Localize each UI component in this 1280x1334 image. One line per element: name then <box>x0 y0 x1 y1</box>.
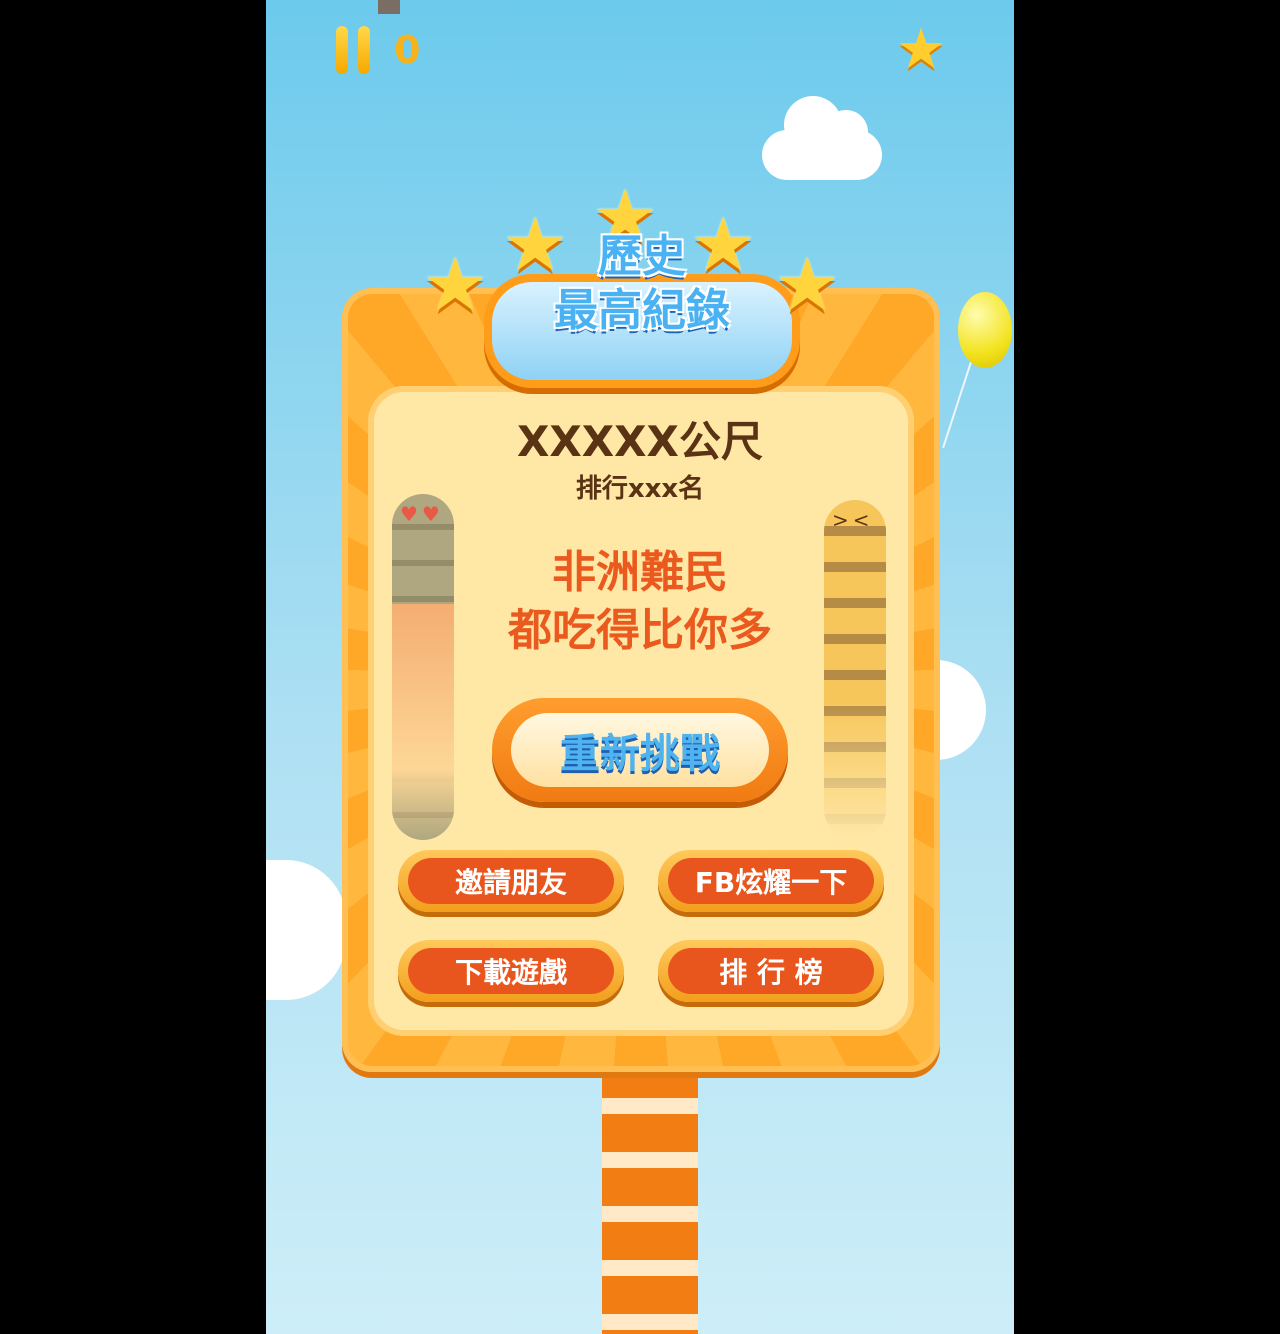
score-counter: 0 <box>394 28 421 72</box>
distance-value: XXXXX公尺 <box>517 417 763 466</box>
download-game-button[interactable]: 下載遊戲 <box>398 940 624 1002</box>
star-icon[interactable]: ★ <box>896 22 946 78</box>
leaderboard-label: 排 行 榜 <box>668 948 874 994</box>
retry-button[interactable]: 重新挑戰 <box>492 698 788 802</box>
result-message: 非洲難民 都吃得比你多 <box>346 544 934 660</box>
star-icon: ★ <box>422 242 489 328</box>
title-line-1: 歷史 <box>598 231 686 282</box>
heart-eyes-icon: ♥♥ <box>400 502 444 526</box>
pause-button[interactable] <box>336 26 370 74</box>
game-screen: 0 ★ ★ ★ ★ ★ ★ 歷史 最高紀錄 XXXXX公尺 排行xxx名 ♥♥ … <box>266 0 1014 1334</box>
sign-pole <box>602 1060 698 1334</box>
retry-button-label: 重新挑戰 <box>511 713 769 787</box>
squint-face-icon: >< <box>832 508 874 532</box>
cloud <box>266 860 346 1000</box>
fb-share-button[interactable]: FB炫耀一下 <box>658 850 884 912</box>
balloon <box>958 292 1012 368</box>
title-line-2: 最高紀錄 <box>554 285 730 336</box>
invite-friends-label: 邀請朋友 <box>408 858 614 904</box>
leaderboard-button[interactable]: 排 行 榜 <box>658 940 884 1002</box>
star-icon: ★ <box>774 242 841 328</box>
page-title: 歷史 最高紀錄 <box>502 230 782 338</box>
balloon-string <box>942 361 972 449</box>
download-game-label: 下載遊戲 <box>408 948 614 994</box>
hud: 0 <box>336 26 420 74</box>
fb-share-label: FB炫耀一下 <box>668 858 874 904</box>
message-line-2: 都吃得比你多 <box>508 605 772 656</box>
cloud <box>762 96 882 180</box>
invite-friends-button[interactable]: 邀請朋友 <box>398 850 624 912</box>
message-line-1: 非洲難民 <box>552 547 728 598</box>
falling-crate <box>378 0 400 14</box>
